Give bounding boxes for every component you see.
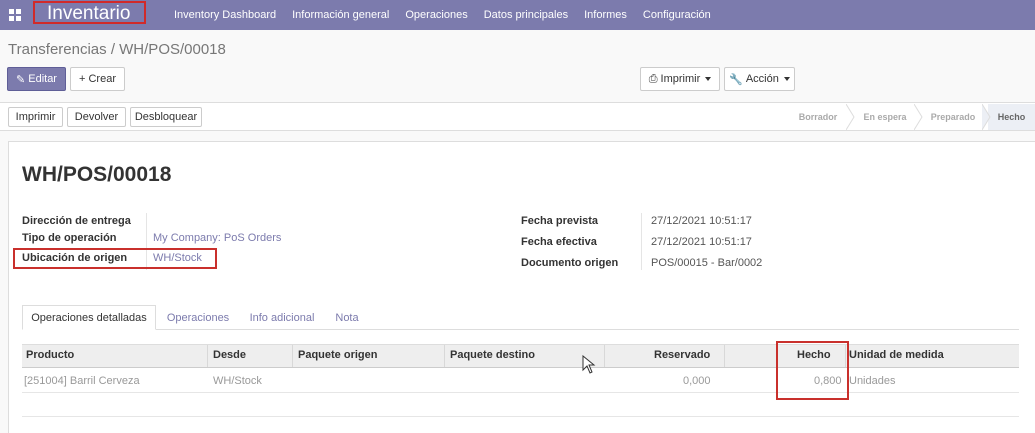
row-separator: [22, 416, 1019, 417]
operation-type-value[interactable]: My Company: PoS Orders: [153, 232, 281, 244]
printer-icon: ⎙: [648, 72, 658, 85]
record-title: WH/POS/00018: [22, 163, 172, 186]
apps-menu-icon[interactable]: [0, 0, 30, 30]
breadcrumb[interactable]: Transferencias / WH/POS/00018: [8, 41, 226, 58]
column-separator: [604, 345, 605, 367]
tab-info-adicional[interactable]: Info adicional: [242, 305, 322, 330]
mouse-cursor-icon: [582, 355, 596, 374]
column-desde[interactable]: Desde: [213, 349, 246, 361]
column-producto[interactable]: Producto: [26, 349, 74, 361]
cell-producto[interactable]: [251004] Barril Cerveza: [24, 375, 140, 387]
label-effective-date: Fecha efectiva: [521, 236, 597, 248]
column-separator: [207, 345, 208, 367]
menu-item-configuracion[interactable]: Configuración: [643, 9, 711, 21]
column-separator: [444, 345, 445, 367]
print-button[interactable]: Imprimir: [8, 107, 63, 127]
wrench-icon: 🔧: [729, 73, 743, 86]
highlight-source-location: [13, 248, 217, 269]
print-label: Imprimir: [660, 73, 701, 85]
menu-item-inventory-dashboard[interactable]: Inventory Dashboard: [174, 9, 276, 21]
stage-borrador[interactable]: Borrador: [786, 104, 850, 130]
tab-operaciones[interactable]: Operaciones: [160, 305, 236, 330]
scheduled-date-value: 27/12/2021 10:51:17: [651, 215, 752, 227]
label-operation-type: Tipo de operación: [22, 232, 117, 244]
stage-preparado[interactable]: Preparado: [920, 104, 986, 130]
action-label: Acción: [745, 73, 779, 85]
stage-arrow: [982, 104, 991, 130]
tab-nota[interactable]: Nota: [328, 305, 366, 330]
cell-desde[interactable]: WH/Stock: [213, 375, 262, 387]
cell-reservado[interactable]: 0,000: [683, 375, 711, 387]
menu-item-informacion-general[interactable]: Información general: [292, 9, 389, 21]
unlock-button[interactable]: Desbloquear: [130, 107, 202, 127]
pencil-icon: ✎: [16, 73, 26, 86]
source-document-value: POS/00015 - Bar/0002: [651, 257, 763, 269]
edit-button[interactable]: ✎ Editar: [7, 67, 66, 91]
action-dropdown[interactable]: 🔧 Acción: [724, 67, 795, 91]
cell-unidad[interactable]: Unidades: [849, 375, 895, 387]
column-separator: [724, 345, 725, 367]
stage-arrow: [846, 104, 855, 130]
stage-en-espera[interactable]: En espera: [852, 104, 918, 130]
menu-item-datos-principales[interactable]: Datos principales: [484, 9, 568, 21]
highlight-hecho-column: [776, 341, 849, 400]
stage-hecho[interactable]: Hecho: [988, 104, 1035, 130]
effective-date-value: 27/12/2021 10:51:17: [651, 236, 752, 248]
column-reservado[interactable]: Reservado: [654, 349, 710, 361]
stage-arrow: [914, 104, 923, 130]
label-delivery-address: Dirección de entrega: [22, 215, 131, 227]
column-paquete-origen[interactable]: Paquete origen: [298, 349, 377, 361]
field-separator: [641, 213, 642, 270]
app-title[interactable]: Inventario: [33, 1, 146, 24]
create-button[interactable]: + Crear: [70, 67, 125, 91]
column-paquete-destino[interactable]: Paquete destino: [450, 349, 535, 361]
main-menu: Inventory Dashboard Información general …: [174, 0, 727, 30]
row-separator: [22, 392, 1019, 393]
print-dropdown[interactable]: ⎙ Imprimir: [640, 67, 720, 91]
chevron-down-icon: [783, 77, 790, 81]
return-button[interactable]: Devolver: [67, 107, 126, 127]
label-scheduled-date: Fecha prevista: [521, 215, 599, 227]
column-separator: [292, 345, 293, 367]
tab-operaciones-detalladas[interactable]: Operaciones detalladas: [22, 305, 156, 330]
edit-button-label: Editar: [28, 73, 57, 85]
column-unidad-de-medida[interactable]: Unidad de medida: [849, 349, 944, 361]
menu-item-operaciones[interactable]: Operaciones: [405, 9, 467, 21]
menu-item-informes[interactable]: Informes: [584, 9, 627, 21]
chevron-down-icon: [705, 77, 712, 81]
label-source-document: Documento origen: [521, 257, 619, 269]
